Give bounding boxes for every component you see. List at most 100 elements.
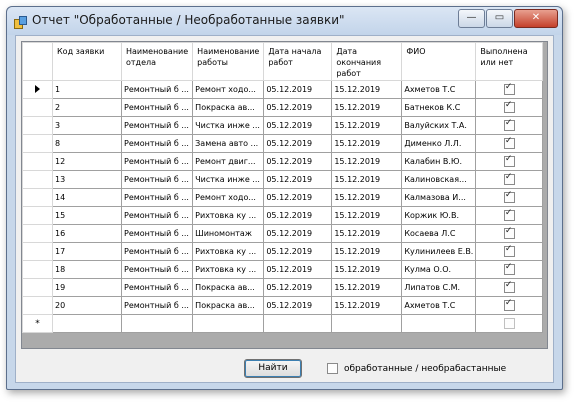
maximize-button[interactable]: ▭ (486, 9, 513, 28)
row-header[interactable] (22, 224, 53, 243)
row-header[interactable] (22, 188, 53, 207)
table-cell[interactable]: 14 (52, 188, 122, 207)
completed-checkbox[interactable] (503, 244, 515, 257)
completed-cell[interactable] (475, 224, 544, 243)
table-row[interactable]: 13 Ремонтный б ... Чистка инже ... 05.12.20… (22, 170, 544, 189)
table-cell[interactable]: Рихтовка ку ... (192, 260, 265, 279)
table-cell[interactable]: Дименко Л.Л. (401, 134, 477, 153)
completed-checkbox[interactable] (503, 190, 515, 203)
completed-cell[interactable] (475, 296, 544, 315)
table-cell[interactable]: Ремонтный б ... (120, 188, 194, 207)
completed-checkbox[interactable] (503, 226, 515, 239)
table-cell[interactable]: 05.12.2019 (263, 242, 333, 261)
table-cell[interactable]: 3 (52, 116, 122, 135)
table-cell[interactable]: 20 (52, 296, 122, 315)
table-cell[interactable]: Ремонтный б ... (120, 152, 194, 171)
table-cell[interactable]: Замена авто ... (192, 134, 265, 153)
table-cell[interactable]: Покраска ав... (192, 296, 265, 315)
table-row[interactable]: 14 Ремонтный б ... Ремонт ходо... 05.12.201… (22, 188, 544, 207)
table-cell[interactable]: 15.12.2019 (331, 296, 403, 315)
row-header[interactable] (22, 278, 53, 297)
table-cell[interactable]: Батнеков К.С (401, 98, 477, 117)
new-row[interactable]: * (22, 314, 544, 333)
table-cell[interactable]: Ремонт ходо... (192, 80, 265, 99)
completed-checkbox[interactable] (503, 262, 515, 275)
completed-cell[interactable] (475, 80, 544, 99)
table-cell[interactable]: Кулма О.О. (401, 260, 477, 279)
row-header[interactable] (22, 134, 53, 153)
processed-filter-option[interactable]: обработанные / необрабастанные (327, 363, 506, 374)
table-cell[interactable]: Кулинилеев Е.В. (401, 242, 477, 261)
row-header[interactable] (22, 80, 53, 99)
table-cell[interactable]: Рихтовка ку ... (192, 242, 265, 261)
table-cell[interactable]: Ремонтный б ... (120, 170, 194, 189)
table-cell[interactable]: Шиномонтаж (192, 224, 265, 243)
row-header[interactable] (22, 242, 53, 261)
table-cell[interactable]: Калиновская... (401, 170, 477, 189)
completed-cell[interactable] (475, 242, 544, 261)
completed-checkbox[interactable] (503, 100, 515, 113)
table-cell[interactable]: 05.12.2019 (263, 224, 333, 243)
close-button[interactable]: ✕ (514, 9, 558, 28)
completed-cell[interactable] (475, 206, 544, 225)
row-header[interactable] (22, 296, 53, 315)
table-cell[interactable] (263, 314, 333, 333)
table-cell[interactable]: 13 (52, 170, 122, 189)
column-header[interactable]: Наименование работы (192, 42, 265, 81)
table-cell[interactable]: Ремонтный б ... (120, 278, 194, 297)
column-header[interactable]: Дата начала работ (263, 42, 333, 81)
table-cell[interactable]: 8 (52, 134, 122, 153)
table-cell[interactable]: 05.12.2019 (263, 170, 333, 189)
completed-checkbox[interactable] (503, 118, 515, 131)
table-cell[interactable]: 05.12.2019 (263, 80, 333, 99)
table-cell[interactable]: 05.12.2019 (263, 152, 333, 171)
table-cell[interactable]: 15.12.2019 (331, 278, 403, 297)
table-cell[interactable]: Ремонт ходо... (192, 188, 265, 207)
table-cell[interactable]: 15.12.2019 (331, 116, 403, 135)
table-cell[interactable] (192, 314, 265, 333)
table-cell[interactable]: Ремонтный б ... (120, 80, 194, 99)
table-cell[interactable]: Калмазова И... (401, 188, 477, 207)
table-cell[interactable]: 05.12.2019 (263, 260, 333, 279)
completed-checkbox[interactable] (503, 318, 515, 329)
completed-checkbox[interactable] (503, 298, 515, 311)
table-cell[interactable]: Ремонтный б ... (120, 242, 194, 261)
table-cell[interactable]: 15.12.2019 (331, 224, 403, 243)
table-cell[interactable]: Ремонтный б ... (120, 116, 194, 135)
processed-filter-checkbox[interactable] (327, 363, 338, 374)
table-cell[interactable]: 15.12.2019 (331, 188, 403, 207)
table-row[interactable]: 15 Ремонтный б ... Рихтовка ку ... 05.12.20… (22, 206, 544, 225)
table-cell[interactable]: 19 (52, 278, 122, 297)
completed-cell[interactable] (475, 314, 544, 333)
table-cell[interactable]: 18 (52, 260, 122, 279)
column-header[interactable]: Выполнена или нет (475, 42, 544, 81)
table-cell[interactable]: 05.12.2019 (263, 134, 333, 153)
table-cell[interactable]: 15.12.2019 (331, 170, 403, 189)
table-cell[interactable]: 15.12.2019 (331, 134, 403, 153)
table-row[interactable]: 18 Ремонтный б ... Рихтовка ку ... 05.12.20… (22, 260, 544, 279)
table-cell[interactable]: Валуйских Т.А. (401, 116, 477, 135)
completed-checkbox[interactable] (503, 154, 515, 167)
table-cell[interactable]: 1 (52, 80, 122, 99)
table-cell[interactable]: 15.12.2019 (331, 98, 403, 117)
table-row[interactable]: 17 Ремонтный б ... Рихтовка ку ... 05.12.20… (22, 242, 544, 261)
completed-cell[interactable] (475, 278, 544, 297)
completed-cell[interactable] (475, 134, 544, 153)
table-cell[interactable]: Ремонт двиг... (192, 152, 265, 171)
completed-cell[interactable] (475, 116, 544, 135)
table-cell[interactable] (331, 314, 403, 333)
table-cell[interactable]: Покраска ав... (192, 278, 265, 297)
table-row[interactable]: 3 Ремонтный б ... Чистка инже ... 05.12.201… (22, 116, 544, 135)
completed-cell[interactable] (475, 170, 544, 189)
completed-checkbox[interactable] (503, 136, 515, 149)
table-cell[interactable]: 15.12.2019 (331, 242, 403, 261)
table-cell[interactable]: 15.12.2019 (331, 152, 403, 171)
table-row[interactable]: 20 Ремонтный б ... Покраска ав... 05.12.201… (22, 296, 544, 315)
table-cell[interactable]: 15.12.2019 (331, 80, 403, 99)
table-cell[interactable]: 15.12.2019 (331, 260, 403, 279)
minimize-button[interactable]: — (458, 9, 485, 28)
table-cell[interactable]: 05.12.2019 (263, 116, 333, 135)
table-cell[interactable] (401, 314, 477, 333)
table-cell[interactable]: Чистка инже ... (192, 170, 265, 189)
table-cell[interactable] (52, 314, 122, 333)
